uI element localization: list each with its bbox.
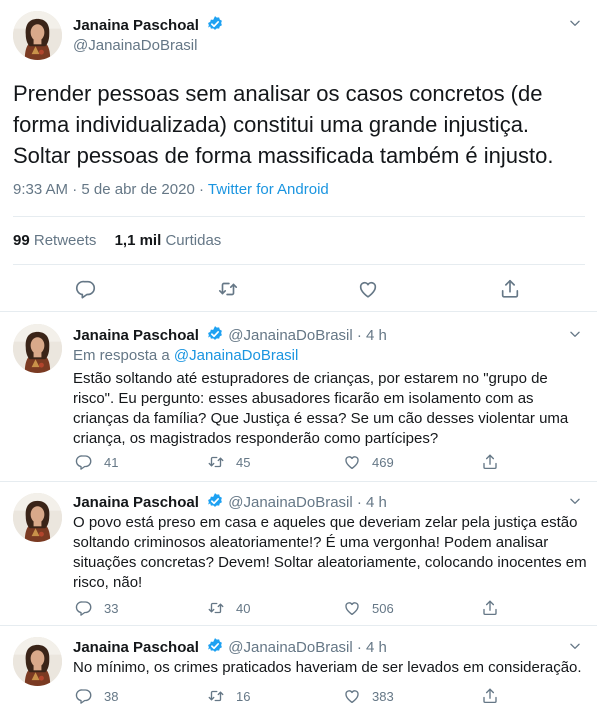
verified-badge-icon	[206, 15, 224, 33]
reply-header: Janaina Paschoal @JanainaDoBrasil · 4 h	[73, 325, 387, 344]
reply-tweet[interactable]: Janaina Paschoal @JanainaDoBrasil · 4 h …	[0, 313, 597, 482]
share-action[interactable]	[481, 453, 510, 471]
in-reply-handle-link[interactable]: @JanainaDoBrasil	[174, 347, 298, 364]
reply-header: Janaina Paschoal @JanainaDoBrasil · 4 h	[73, 637, 387, 656]
main-tweet: Janaina Paschoal @JanainaDoBrasil Prende…	[0, 0, 597, 312]
retweet-icon[interactable]	[217, 278, 239, 300]
chevron-down-icon[interactable]	[568, 639, 582, 653]
handle-time[interactable]: @JanainaDoBrasil · 4 h	[228, 639, 387, 656]
author-name-label[interactable]: Janaina Paschoal	[73, 17, 199, 34]
retweet-count: 40	[236, 600, 251, 616]
chevron-down-icon[interactable]	[568, 494, 582, 508]
share-icon[interactable]	[499, 278, 521, 300]
author-name[interactable]: Janaina Paschoal	[73, 494, 199, 511]
tweet-meta: 9:33 AM · 5 de abr de 2020 · Twitter for…	[13, 181, 329, 198]
likes-count: 1,1 mil	[114, 232, 162, 249]
handle-time[interactable]: @JanainaDoBrasil · 4 h	[228, 327, 387, 344]
profile-photo	[13, 324, 62, 373]
avatar[interactable]	[13, 11, 62, 60]
chevron-down-icon[interactable]	[568, 327, 582, 341]
reply-count: 41	[104, 454, 119, 470]
profile-photo	[13, 11, 62, 60]
reply-count: 33	[104, 600, 119, 616]
reply-icon[interactable]	[75, 599, 93, 617]
reply-icon[interactable]	[75, 278, 97, 300]
like-count: 469	[372, 454, 394, 470]
reply-header: Janaina Paschoal @JanainaDoBrasil · 4 h	[73, 492, 387, 511]
retweet-action[interactable]: 40	[207, 599, 250, 617]
like-action[interactable]: 506	[343, 599, 394, 617]
reply-action[interactable]: 41	[75, 453, 118, 471]
retweet-icon[interactable]	[207, 453, 225, 471]
profile-photo	[13, 493, 62, 542]
handle-time[interactable]: @JanainaDoBrasil · 4 h	[228, 494, 387, 511]
like-action[interactable]: 469	[343, 453, 394, 471]
reply-icon[interactable]	[75, 687, 93, 705]
tweet-text: Estão soltando até estupradores de crian…	[73, 370, 569, 447]
likes-stat[interactable]: 1,1 mil Curtidas	[115, 232, 222, 249]
avatar[interactable]	[13, 324, 62, 373]
author-name[interactable]: Janaina Paschoal	[73, 327, 199, 344]
retweet-icon[interactable]	[207, 687, 225, 705]
retweets-stat[interactable]: 99 Retweets	[13, 232, 96, 249]
share-icon[interactable]	[481, 599, 499, 617]
tweet-text: O povo está preso em casa e aqueles que …	[73, 514, 587, 591]
tweet-timestamp[interactable]: 9:33 AM · 5 de abr de 2020 ·	[13, 181, 208, 198]
tweet-source-link[interactable]: Twitter for Android	[208, 181, 329, 198]
like-icon[interactable]	[343, 599, 361, 617]
retweet-count: 45	[236, 454, 251, 470]
divider	[13, 216, 585, 217]
reply-action[interactable]: 33	[75, 599, 118, 617]
author-name[interactable]: Janaina Paschoal	[73, 639, 199, 656]
retweet-count: 16	[236, 688, 251, 704]
retweets-label: Retweets	[33, 232, 97, 249]
tweet-stats: 99 Retweets 1,1 mil Curtidas	[13, 232, 221, 249]
tweet-text: Prender pessoas sem analisar os casos co…	[13, 81, 554, 168]
like-count: 506	[372, 600, 394, 616]
like-icon[interactable]	[357, 278, 379, 300]
avatar[interactable]	[13, 637, 62, 686]
retweet-action[interactable]: 45	[207, 453, 250, 471]
likes-label: Curtidas	[165, 232, 222, 249]
retweet-action[interactable]: 16	[207, 687, 250, 705]
like-icon[interactable]	[343, 687, 361, 705]
like-count: 383	[372, 688, 394, 704]
reply-tweet[interactable]: Janaina Paschoal @JanainaDoBrasil · 4 h …	[0, 483, 597, 626]
profile-photo	[13, 637, 62, 686]
reply-count: 38	[104, 688, 119, 704]
retweets-count: 99	[13, 232, 30, 249]
share-icon[interactable]	[481, 453, 499, 471]
like-icon[interactable]	[343, 453, 361, 471]
verified-badge-icon	[206, 325, 224, 343]
retweet-icon[interactable]	[207, 599, 225, 617]
reply-tweet[interactable]: Janaina Paschoal @JanainaDoBrasil · 4 h …	[0, 627, 597, 713]
divider	[13, 264, 585, 265]
like-action[interactable]: 383	[343, 687, 394, 705]
tweet-text: No mínimo, os crimes praticados haveriam…	[73, 659, 582, 676]
share-icon[interactable]	[481, 687, 499, 705]
reply-icon[interactable]	[75, 453, 93, 471]
verified-badge-icon	[206, 492, 224, 510]
chevron-down-icon[interactable]	[568, 16, 582, 30]
author-name[interactable]: Janaina Paschoal	[73, 15, 224, 34]
reply-action[interactable]: 38	[75, 687, 118, 705]
share-action[interactable]	[481, 599, 510, 617]
author-handle[interactable]: @JanainaDoBrasil	[73, 37, 197, 54]
avatar[interactable]	[13, 493, 62, 542]
verified-badge-icon	[206, 637, 224, 655]
in-reply-to: Em resposta a @JanainaDoBrasil	[73, 347, 298, 364]
share-action[interactable]	[481, 687, 510, 705]
in-reply-prefix: Em resposta a	[73, 347, 174, 364]
